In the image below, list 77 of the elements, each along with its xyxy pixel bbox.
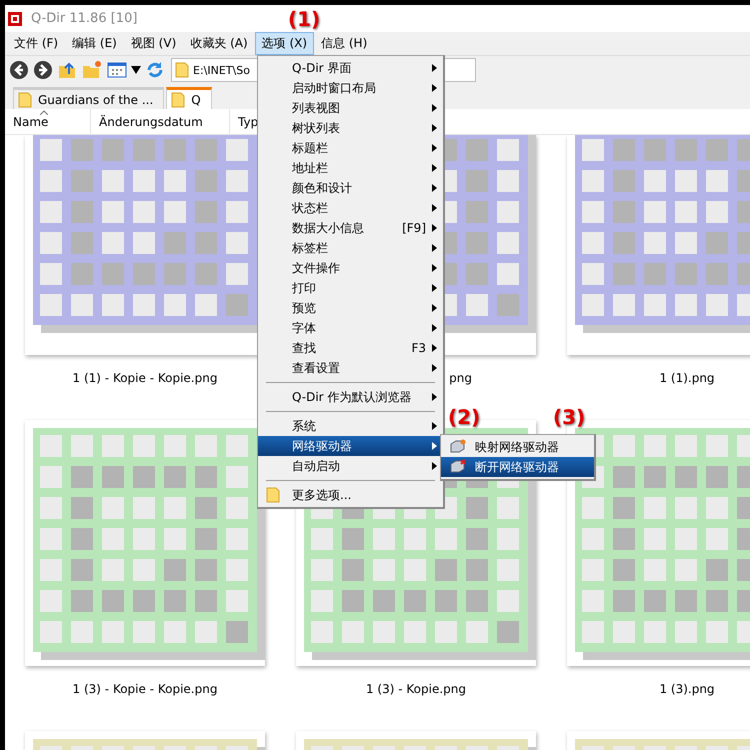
submenu-arrow-icon	[432, 364, 437, 372]
file-name: 1 (1).png	[659, 370, 715, 384]
submenu-arrow-icon	[432, 104, 437, 112]
tab-label: Guardians of the ...	[38, 92, 154, 106]
menu-item[interactable]: 映射网络驱动器	[441, 437, 594, 457]
submenu-arrow-icon	[432, 144, 437, 152]
file-name: 1 (1) - Kopie - Kopie.png	[72, 370, 218, 384]
menu-item[interactable]: 地址栏	[258, 158, 443, 178]
menu-item[interactable]: 更多选项...	[258, 485, 443, 505]
annotation-label: (3)	[553, 405, 586, 429]
submenu-arrow-icon	[432, 204, 437, 212]
drive-remove-icon	[449, 459, 467, 475]
drive-icon	[449, 439, 467, 455]
submenu-arrow-icon	[432, 164, 437, 172]
submenu-arrow-icon	[432, 304, 437, 312]
menu-bar-item[interactable]: 选项 (X)	[254, 32, 314, 55]
file-name: 1 (3).png	[659, 682, 715, 696]
tab-label: Q	[191, 92, 201, 106]
file-name: png	[449, 370, 472, 384]
menu-item[interactable]: 自动启动	[258, 456, 443, 476]
menu-item[interactable]: Q-Dir 界面	[258, 58, 443, 78]
folder-icon	[171, 92, 186, 108]
menu-item[interactable]: 标签栏	[258, 238, 443, 258]
menu-item[interactable]: 状态栏	[258, 198, 443, 218]
submenu-arrow-icon	[432, 442, 437, 450]
file-name: 1 (3) - Kopie - Kopie.png	[72, 682, 218, 696]
sort-caret-icon	[40, 110, 48, 115]
folder-icon	[175, 62, 189, 78]
menu-item[interactable]: 查看设置	[258, 358, 443, 378]
menu-bar-item[interactable]: 视图 (V)	[124, 32, 184, 55]
menu-item[interactable]: 预览	[258, 298, 443, 318]
menu-item[interactable]: 数据大小信息 [F9]	[258, 218, 443, 238]
annotation-label: (2)	[448, 405, 480, 429]
menu-item[interactable]: 列表视图	[258, 98, 443, 118]
submenu-arrow-icon	[432, 344, 437, 352]
back-icon[interactable]	[9, 60, 29, 80]
submenu-arrow-icon	[432, 64, 437, 72]
submenu-arrow-icon	[432, 184, 437, 192]
column-header[interactable]: Änderungsdatum	[91, 109, 230, 134]
submenu-arrow-icon	[432, 284, 437, 292]
menu-bar-item[interactable]: 收藏夹 (A)	[183, 32, 255, 55]
menu-item[interactable]: Q-Dir 作为默认浏览器	[258, 387, 443, 407]
menu-bar-item[interactable]: 信息 (H)	[314, 32, 374, 55]
menu-bar-item[interactable]: 文件 (F)	[7, 32, 66, 55]
menu-item[interactable]: 文件操作	[258, 258, 443, 278]
column-header[interactable]: Name	[5, 109, 91, 134]
file-name: 1 (3) - Kopie.png	[366, 682, 466, 696]
submenu-arrow-icon	[432, 393, 437, 401]
menu-item[interactable]: 查找 F3	[258, 338, 443, 358]
menu-item[interactable]: 启动时窗口布局	[258, 78, 443, 98]
dropdown-caret-icon[interactable]	[131, 66, 141, 74]
menu-item[interactable]: 树状列表	[258, 118, 443, 138]
menu-item[interactable]: 字体	[258, 318, 443, 338]
folder-icon	[18, 92, 32, 108]
menu-item[interactable]: 颜色和设计	[258, 178, 443, 198]
menu-item[interactable]: 标题栏	[258, 138, 443, 158]
submenu-arrow-icon	[432, 462, 437, 470]
view-grid-icon[interactable]	[107, 61, 127, 79]
folder-tab[interactable]: Q	[166, 87, 212, 109]
new-folder-icon[interactable]	[81, 60, 103, 80]
folder-up-icon[interactable]	[57, 60, 77, 80]
menu-item[interactable]: 网络驱动器	[258, 436, 443, 456]
submenu-arrow-icon	[432, 422, 437, 430]
menu-bar-item[interactable]: 编辑 (E)	[65, 32, 124, 55]
window-title: Q-Dir 11.86 [10]	[31, 11, 138, 26]
folder-tab[interactable]: Guardians of the ...	[13, 87, 164, 109]
menu-item[interactable]: 系统	[258, 416, 443, 436]
annotation-label: (1)	[288, 7, 320, 31]
submenu-arrow-icon	[432, 324, 437, 332]
menu-item[interactable]: 打印	[258, 278, 443, 298]
forward-icon[interactable]	[33, 60, 53, 80]
menu-item[interactable]: 断开网络驱动器	[441, 457, 594, 477]
submenu-arrow-icon	[432, 124, 437, 132]
submenu-arrow-icon	[432, 244, 437, 252]
submenu-arrow-icon	[432, 84, 437, 92]
submenu-arrow-icon	[432, 264, 437, 272]
submenu-arrow-icon	[432, 224, 437, 232]
